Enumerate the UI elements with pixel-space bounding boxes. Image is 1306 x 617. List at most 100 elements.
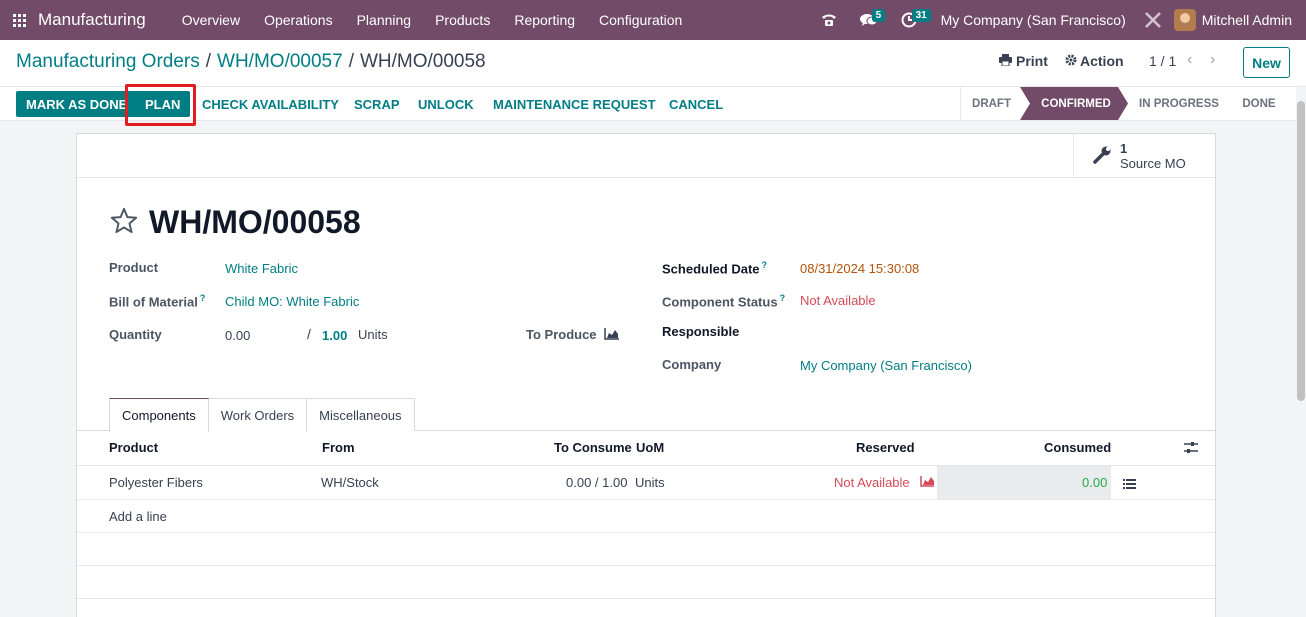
row-product[interactable]: Polyester Fibers — [109, 475, 203, 490]
breadcrumb-parent-mo[interactable]: WH/MO/00057 — [217, 51, 343, 73]
row-from[interactable]: WH/Stock — [321, 475, 379, 490]
source-mo-count: 1 — [1120, 140, 1128, 156]
breadcrumb-separator: / — [348, 51, 354, 72]
print-button[interactable]: Print — [999, 53, 1048, 69]
company-field[interactable]: My Company (San Francisco) — [800, 358, 972, 373]
wrench-icon — [1092, 145, 1112, 168]
bom-field[interactable]: Child MO: White Fabric — [225, 294, 359, 309]
new-button[interactable]: New — [1243, 47, 1290, 78]
row-divider — [77, 598, 1215, 599]
pager-previous-icon[interactable]: ‹ — [1187, 51, 1192, 69]
quantity-total-field[interactable]: 1.00 — [322, 328, 347, 343]
source-mo-button[interactable]: 1 Source MO — [1073, 134, 1215, 178]
scrap-button[interactable]: SCRAP — [344, 91, 410, 117]
row-consumed[interactable]: 0.00 — [1082, 475, 1107, 490]
stage-draft[interactable]: DRAFT — [960, 87, 1022, 120]
column-consumed[interactable]: Consumed — [1044, 440, 1111, 455]
column-product[interactable]: Product — [109, 440, 158, 455]
breadcrumb-manufacturing-orders[interactable]: Manufacturing Orders — [16, 51, 200, 73]
scheduled-date-label: Scheduled Date? — [662, 260, 767, 276]
company-label: Company — [662, 357, 722, 372]
main-menu: Overview Operations Planning Products Re… — [170, 0, 695, 40]
cancel-button[interactable]: CANCEL — [659, 91, 733, 117]
star-icon[interactable] — [109, 207, 139, 238]
help-icon[interactable]: ? — [200, 293, 206, 303]
stage-confirmed[interactable]: CONFIRMED — [1020, 87, 1128, 120]
action-label: Action — [1080, 53, 1124, 69]
row-divider — [77, 532, 1215, 533]
maintenance-request-button[interactable]: MAINTENANCE REQUEST — [483, 91, 666, 117]
mark-as-done-button[interactable]: MARK AS DONE — [16, 91, 138, 117]
quantity-uom: Units — [358, 327, 388, 342]
pager-next-icon[interactable]: › — [1210, 51, 1215, 69]
menu-products[interactable]: Products — [423, 0, 502, 40]
product-label: Product — [109, 260, 159, 275]
stage-done[interactable]: DONE — [1230, 87, 1288, 120]
forecast-chart-icon[interactable] — [920, 475, 935, 490]
area-chart-icon[interactable] — [604, 327, 620, 343]
scheduled-date-label-text: Scheduled Date — [662, 261, 760, 277]
unlock-button[interactable]: UNLOCK — [408, 91, 484, 117]
pager-value[interactable]: 1 / 1 — [1149, 53, 1176, 69]
action-button[interactable]: Action — [1065, 53, 1124, 69]
activities-clock-icon[interactable]: 31 — [889, 0, 931, 40]
column-from[interactable]: From — [322, 440, 355, 455]
print-label: Print — [1016, 53, 1048, 69]
column-settings-icon[interactable] — [1184, 441, 1198, 457]
to-produce-label: To Produce — [526, 327, 597, 342]
bom-label-text: Bill of Material — [109, 294, 198, 310]
menu-overview[interactable]: Overview — [170, 0, 252, 40]
add-a-line-link[interactable]: Add a line — [109, 509, 167, 524]
scrollbar-track[interactable] — [1296, 87, 1306, 617]
column-to-consume[interactable]: To Consume — [554, 440, 632, 455]
quantity-separator: / — [307, 326, 311, 342]
tab-work-orders[interactable]: Work Orders — [207, 398, 308, 431]
gear-icon — [1065, 53, 1077, 69]
plan-button-highlight — [125, 84, 196, 126]
record-title: WH/MO/00058 — [149, 204, 361, 240]
quantity-label: Quantity — [109, 327, 162, 342]
apps-menu-icon[interactable] — [0, 0, 38, 40]
detailed-operations-icon[interactable] — [1123, 477, 1136, 492]
app-brand[interactable]: Manufacturing — [38, 10, 146, 30]
debug-tools-icon[interactable] — [1138, 0, 1168, 40]
source-mo-label: Source MO — [1120, 155, 1186, 171]
activities-badge: 31 — [911, 9, 931, 22]
stage-in-progress[interactable]: IN PROGRESS — [1128, 87, 1230, 120]
top-navbar: Manufacturing Overview Operations Planni… — [0, 0, 1306, 40]
menu-operations[interactable]: Operations — [252, 0, 344, 40]
row-uom: Units — [635, 475, 665, 490]
bom-label: Bill of Material? — [109, 293, 205, 309]
control-panel: Manufacturing Orders / WH/MO/00057 / WH/… — [0, 40, 1306, 86]
messages-icon[interactable]: 5 — [849, 0, 889, 40]
column-reserved[interactable]: Reserved — [856, 440, 915, 455]
messages-badge: 5 — [871, 9, 886, 22]
check-availability-button[interactable]: CHECK AVAILABILITY — [192, 91, 349, 117]
user-menu[interactable]: Mitchell Admin — [1168, 9, 1306, 31]
row-reserved: Not Available — [834, 475, 910, 490]
row-divider — [77, 565, 1215, 566]
menu-configuration[interactable]: Configuration — [587, 0, 694, 40]
menu-planning[interactable]: Planning — [345, 0, 424, 40]
product-field[interactable]: White Fabric — [225, 261, 298, 276]
stage-pipeline: DRAFT CONFIRMED IN PROGRESS DONE — [960, 87, 1288, 120]
responsible-label: Responsible — [662, 324, 740, 339]
row-to-consume[interactable]: 0.00 / 1.00 — [566, 475, 627, 490]
scrollbar-thumb[interactable] — [1297, 101, 1305, 401]
column-uom[interactable]: UoM — [636, 440, 664, 455]
record-title-row: WH/MO/00058 — [109, 204, 361, 241]
tab-components[interactable]: Components — [109, 398, 209, 432]
notebook-tabs: Components Work Orders Miscellaneous — [109, 398, 415, 432]
phone-icon[interactable] — [809, 0, 849, 40]
menu-reporting[interactable]: Reporting — [502, 0, 587, 40]
company-switcher[interactable]: My Company (San Francisco) — [929, 12, 1138, 28]
form-sheet: 1 Source MO WH/MO/00058 Product White Fa… — [76, 133, 1216, 617]
row-divider — [77, 499, 1215, 500]
scheduled-date-field[interactable]: 08/31/2024 15:30:08 — [800, 261, 919, 276]
help-icon[interactable]: ? — [780, 293, 786, 303]
tab-miscellaneous[interactable]: Miscellaneous — [306, 398, 415, 431]
quantity-produced-field[interactable]: 0.00 — [225, 328, 250, 343]
navbar-systray: 5 31 My Company (San Francisco) Mitchell… — [809, 0, 1306, 40]
smart-button-box: 1 Source MO — [77, 134, 1215, 178]
help-icon[interactable]: ? — [762, 260, 768, 270]
